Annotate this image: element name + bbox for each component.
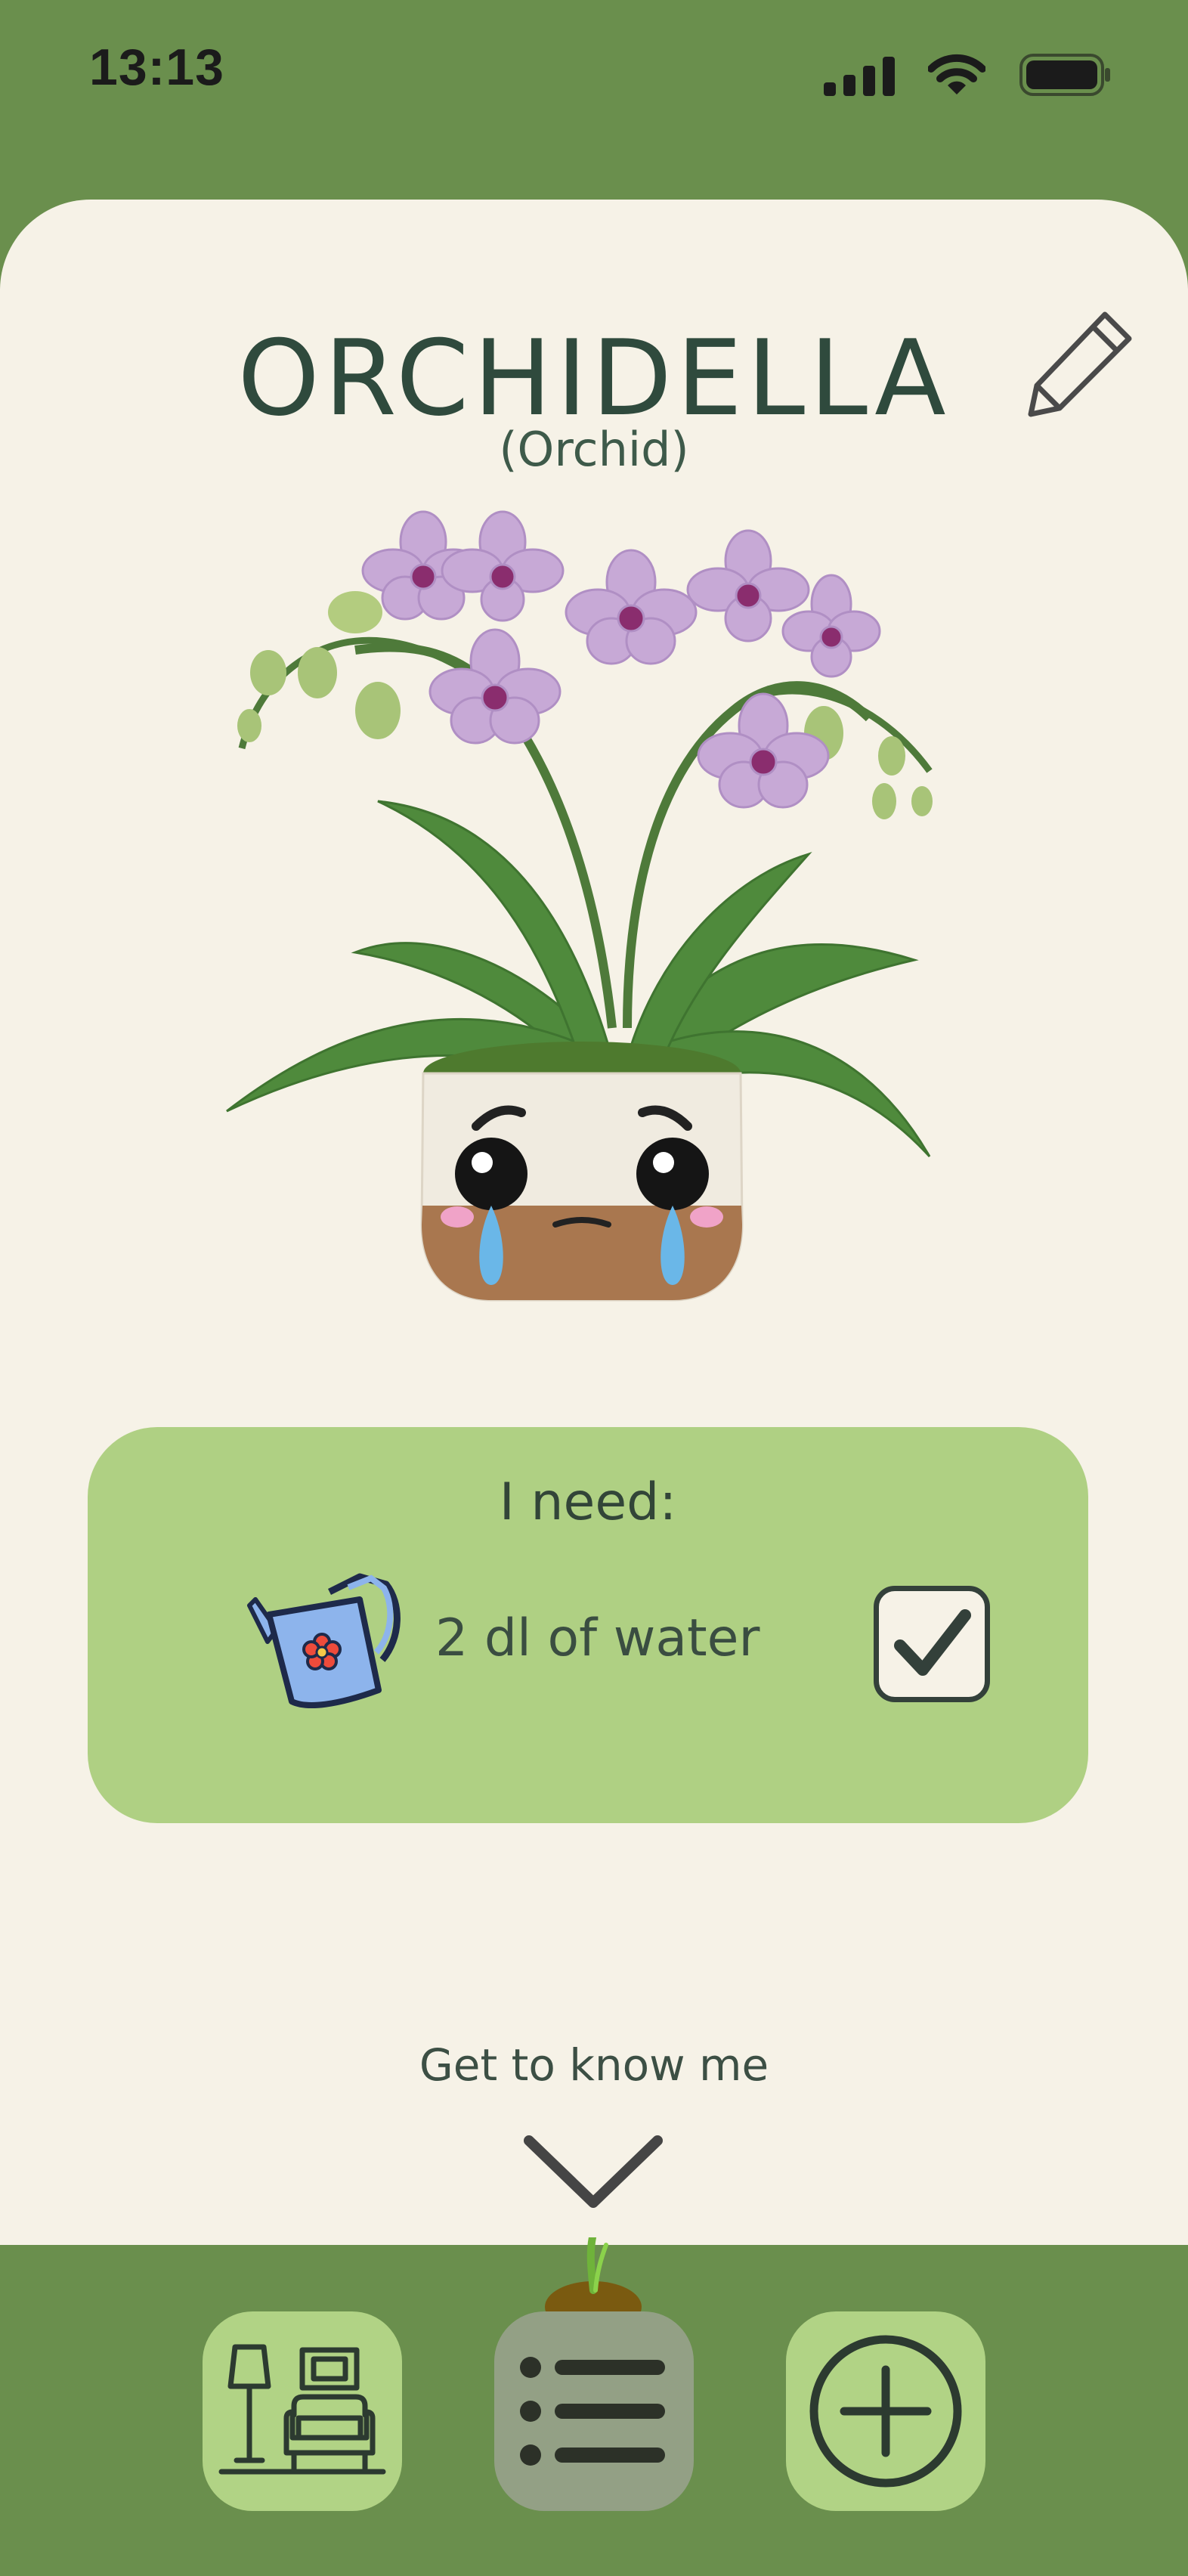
plant-species: (Orchid) [499, 422, 689, 477]
watering-can-icon [247, 1573, 401, 1708]
plant-detail-screen: 13:13 ORCHIDELLA (Orchid) I need: 2 dl o… [0, 0, 1188, 2576]
crying-orchid-illustration [226, 510, 933, 1302]
need-text: 2 dl of water [435, 1608, 760, 1668]
need-item: 2 dl of water [246, 1563, 990, 1714]
need-checkbox[interactable] [874, 1586, 990, 1702]
list-icon [520, 2357, 665, 2466]
status-time: 13:13 [89, 39, 224, 96]
battery-icon [1019, 53, 1112, 97]
nav-add-button[interactable] [786, 2311, 985, 2511]
edit-button[interactable] [1020, 302, 1141, 423]
checkmark-icon [894, 1609, 971, 1676]
sprout-icon [545, 2237, 642, 2313]
nav-rooms-button[interactable] [203, 2311, 402, 2511]
get-to-know-label[interactable]: Get to know me [0, 2039, 1188, 2091]
needs-panel: I need: 2 dl of water [88, 1427, 1088, 1823]
nav-list-button[interactable] [494, 2311, 694, 2511]
needs-title: I need: [499, 1472, 677, 1532]
pencil-icon [1028, 311, 1132, 417]
living-room-icon [218, 2344, 386, 2475]
signal-icon [824, 54, 895, 96]
add-circle-icon [809, 2335, 962, 2488]
chevron-down-icon[interactable] [521, 2130, 665, 2213]
status-icons [824, 53, 1112, 97]
wifi-icon [928, 54, 985, 96]
plant-name: ORCHIDELLA [237, 317, 951, 439]
